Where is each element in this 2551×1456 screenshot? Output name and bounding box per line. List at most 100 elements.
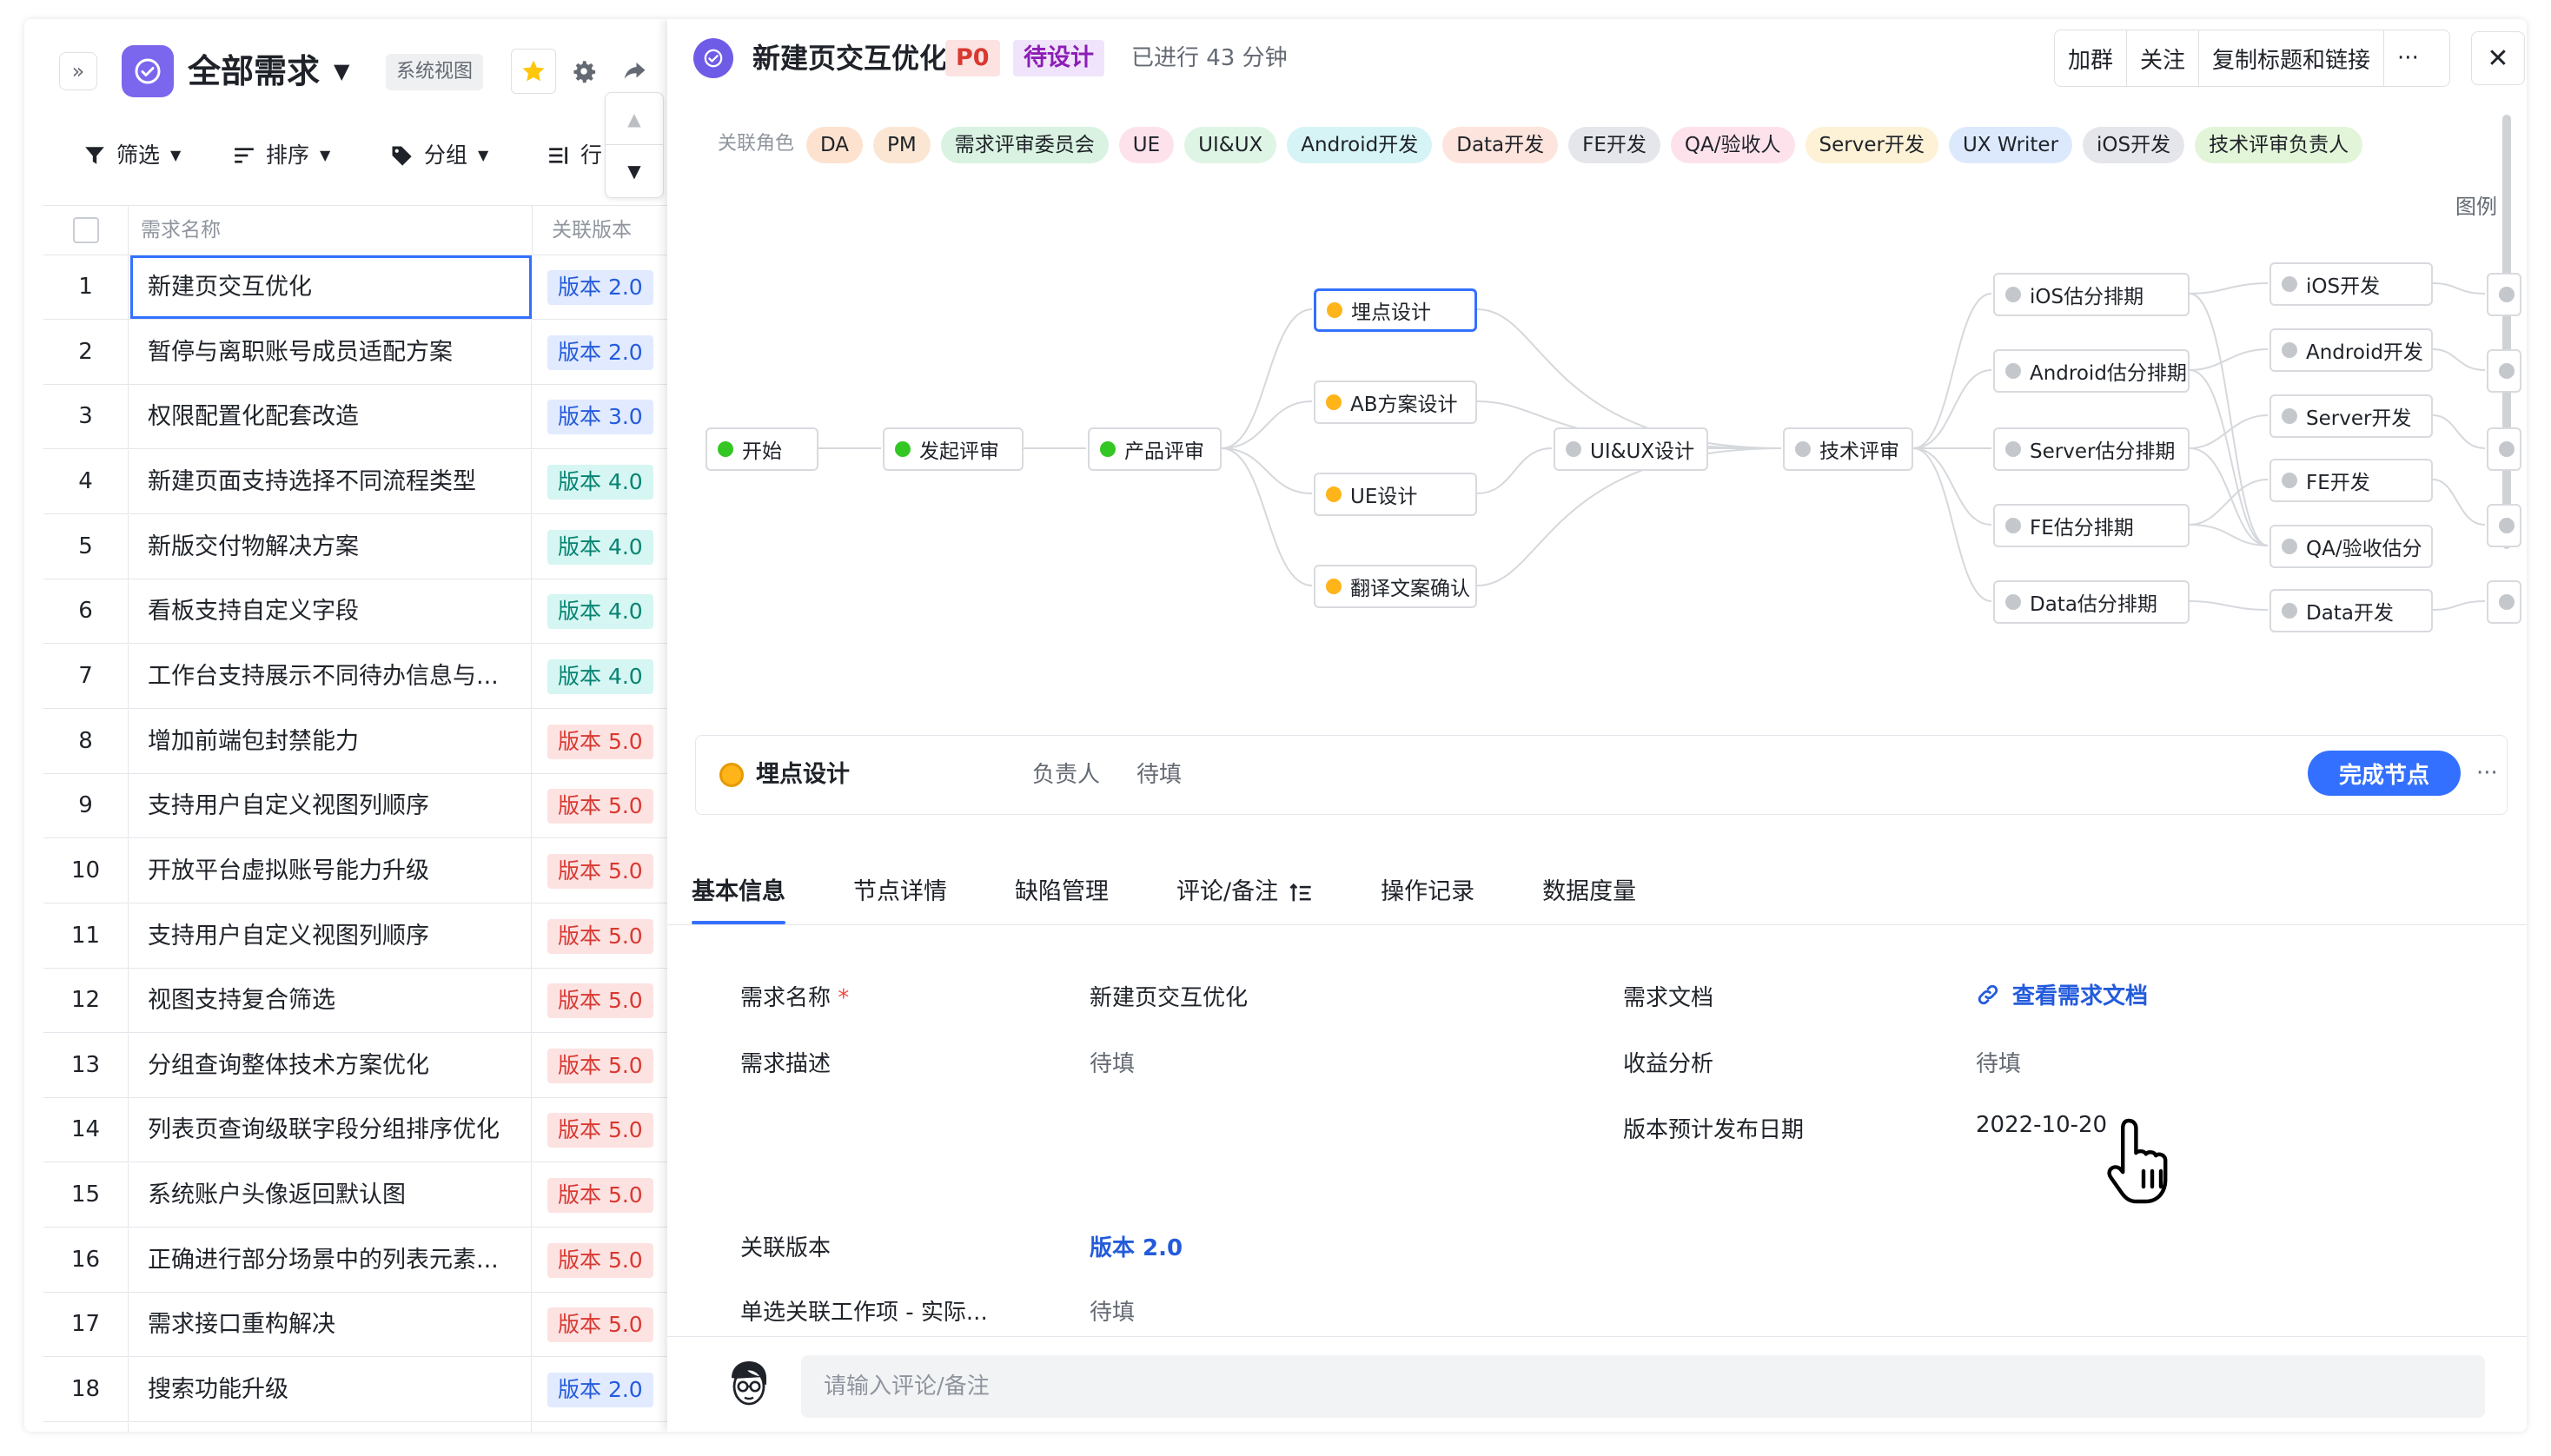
flow-node[interactable]: UI&UX设计	[1554, 427, 1708, 471]
view-dropdown-icon[interactable]: ▼	[334, 45, 349, 97]
flow-node[interactable]: Data估分排期	[1993, 580, 2190, 624]
scroll-up-icon[interactable]: ▲	[606, 93, 663, 145]
table-row[interactable]: 16 正确进行部分场景中的列表元素... 版本 5.0	[43, 1228, 667, 1293]
flow-node[interactable]: iOS估分排期	[1993, 273, 2190, 316]
flow-node[interactable]: Server估分排期	[1993, 427, 2190, 471]
comment-input[interactable]: 请输入评论/备注	[801, 1355, 2485, 1418]
table-row[interactable]: 11 支持用户自定义视图列顺序 版本 5.0	[43, 903, 667, 969]
row-requirement-name[interactable]: 列表页查询级联字段分组排序优化	[130, 1098, 532, 1162]
flow-node[interactable]: AB方案设计	[1314, 381, 1477, 424]
table-row[interactable]: 15 系统账户头像返回默认图 版本 5.0	[43, 1163, 667, 1228]
table-row[interactable]: 12 视图支持复合筛选 版本 5.0	[43, 969, 667, 1034]
row-requirement-name[interactable]: 新建页交互优化	[130, 255, 532, 319]
tab-data-metrics[interactable]: 数据度量	[1542, 860, 1636, 924]
row-version-tag[interactable]: 版本 4.0	[547, 659, 653, 694]
row-requirement-name[interactable]: 增加前端包封禁能力	[130, 709, 532, 773]
sort-button[interactable]: 排序 ▼	[233, 134, 330, 177]
row-version-tag[interactable]: 版本 5.0	[547, 918, 653, 954]
column-header-name[interactable]: 需求名称	[130, 205, 221, 255]
row-version-tag[interactable]: 版本 5.0	[547, 724, 653, 759]
flow-node[interactable]: 翻译文案确认	[1314, 565, 1477, 608]
flow-node[interactable]: FE开发	[2269, 459, 2433, 502]
flow-node[interactable]: Android开发	[2269, 328, 2433, 372]
scroll-down-icon[interactable]: ▼	[606, 145, 663, 197]
flow-node[interactable]: D	[2487, 580, 2521, 624]
table-row[interactable]: 18 搜索功能升级 版本 2.0	[43, 1358, 667, 1423]
row-requirement-name[interactable]: 分组查询整体技术方案优化	[130, 1033, 532, 1097]
share-icon[interactable]	[612, 49, 657, 94]
row-requirement-name[interactable]: 暂停与离职账号成员适配方案	[130, 320, 532, 384]
row-version-tag[interactable]: 版本 4.0	[547, 464, 653, 500]
table-row[interactable]: 4 新建页面支持选择不同流程类型 版本 4.0	[43, 449, 667, 514]
tab-comments[interactable]: 评论/备注	[1176, 860, 1313, 924]
complete-node-button[interactable]: 完成节点	[2308, 751, 2461, 796]
row-version-tag[interactable]: 版本 4.0	[547, 594, 653, 630]
column-header-version[interactable]: 关联版本	[532, 205, 671, 255]
row-requirement-name[interactable]: 工作台支持展示不同待办信息与...	[130, 644, 532, 708]
row-version-tag[interactable]: 版本 4.0	[547, 529, 653, 565]
table-row[interactable]: 10 开放平台虚拟账号能力升级 版本 5.0	[43, 838, 667, 903]
row-requirement-name[interactable]: 支持用户自定义视图列顺序	[130, 774, 532, 838]
table-row[interactable]: 8 增加前端包封禁能力 版本 5.0	[43, 709, 667, 774]
row-version-tag[interactable]: 版本 2.0	[547, 270, 653, 305]
table-row[interactable]: 13 分组查询整体技术方案优化 版本 5.0	[43, 1033, 667, 1098]
table-row[interactable]: 1 新建页交互优化 版本 2.0	[43, 255, 667, 320]
row-version-tag[interactable]: 版本 5.0	[547, 1113, 653, 1148]
row-version-tag[interactable]: 版本 5.0	[547, 853, 653, 889]
scroll-control[interactable]: ▲ ▼	[605, 92, 664, 198]
tab-basic-info[interactable]: 基本信息	[692, 860, 785, 924]
row-version-tag[interactable]: 版本 3.0	[547, 400, 653, 435]
flow-node[interactable]: 技术评审	[1783, 427, 1913, 471]
flow-node[interactable]: S	[2487, 427, 2521, 471]
field-version-value[interactable]: 版本 2.0	[1090, 1230, 1183, 1262]
star-icon[interactable]	[511, 49, 556, 94]
table-row[interactable]: 9 支持用户自定义视图列顺序 版本 5.0	[43, 774, 667, 839]
row-requirement-name[interactable]: 看板支持自定义字段	[130, 579, 532, 644]
flow-node[interactable]: FE估分排期	[1993, 504, 2190, 547]
flow-node[interactable]: i	[2487, 273, 2521, 316]
row-requirement-name[interactable]: 新版交付物解决方案	[130, 514, 532, 579]
flow-node[interactable]: iOS开发	[2269, 262, 2433, 306]
flow-node[interactable]: A	[2487, 349, 2521, 393]
gear-icon[interactable]	[561, 49, 606, 94]
table-row[interactable]: 14 列表页查询级联字段分组排序优化 版本 5.0	[43, 1098, 667, 1163]
row-version-tag[interactable]: 版本 5.0	[547, 1307, 653, 1343]
row-version-tag[interactable]: 版本 2.0	[547, 334, 653, 370]
row-requirement-name[interactable]: 正确进行部分场景中的列表元素...	[130, 1228, 532, 1292]
table-row[interactable]: 5 新版交付物解决方案 版本 4.0	[43, 514, 667, 579]
row-requirement-name[interactable]: 视图支持复合筛选	[130, 969, 532, 1033]
table-row[interactable]: 17 需求接口重构解决 版本 5.0	[43, 1293, 667, 1358]
table-row[interactable]: 2 暂停与离职账号成员适配方案 版本 2.0	[43, 320, 667, 385]
view-title[interactable]: 全部需求	[188, 45, 320, 97]
row-requirement-name[interactable]: 搜索功能升级	[130, 1358, 532, 1422]
row-requirement-name[interactable]: 需求接口重构解决	[130, 1293, 532, 1357]
flow-node[interactable]: Android估分排期	[1993, 349, 2190, 393]
user-avatar-icon[interactable]	[723, 1357, 775, 1413]
flow-node[interactable]: 产品评审	[1088, 427, 1222, 471]
flow-node[interactable]: Server开发	[2269, 394, 2433, 438]
select-all-checkbox[interactable]	[72, 217, 99, 243]
tab-operation-log[interactable]: 操作记录	[1381, 860, 1474, 924]
row-requirement-name[interactable]: 新建页面支持选择不同流程类型	[130, 449, 532, 513]
field-workitem-value[interactable]: 待填	[1090, 1294, 1135, 1327]
tab-node-details[interactable]: 节点详情	[853, 860, 947, 924]
field-name-value[interactable]: 新建页交互优化	[1090, 980, 1248, 1012]
field-desc-value[interactable]: 待填	[1090, 1046, 1135, 1078]
row-requirement-name[interactable]: 支持用户自定义视图列顺序	[130, 903, 532, 968]
table-row[interactable]: 7 工作台支持展示不同待办信息与... 版本 4.0	[43, 644, 667, 709]
row-version-tag[interactable]: 版本 5.0	[547, 1178, 653, 1214]
tab-defects[interactable]: 缺陷管理	[1015, 860, 1109, 924]
row-version-tag[interactable]: 版本 5.0	[547, 983, 653, 1019]
flow-node[interactable]: 埋点设计	[1314, 288, 1477, 332]
row-requirement-name[interactable]: 权限配置化配套改造	[130, 385, 532, 449]
owner-value[interactable]: 待填	[1136, 756, 1182, 794]
sort-order-icon[interactable]	[1289, 881, 1313, 905]
flow-node[interactable]: F	[2487, 504, 2521, 547]
table-row[interactable]: 3 权限配置化配套改造 版本 3.0	[43, 385, 667, 450]
expand-sidebar-button[interactable]: »	[59, 52, 97, 90]
row-requirement-name[interactable]: 开放平台虚拟账号能力升级	[130, 838, 532, 903]
row-height-button[interactable]: 行	[547, 134, 602, 177]
group-button[interactable]: 分组 ▼	[389, 134, 488, 177]
row-version-tag[interactable]: 版本 2.0	[547, 1373, 653, 1408]
flow-node[interactable]: QA/验收估分	[2269, 525, 2433, 568]
